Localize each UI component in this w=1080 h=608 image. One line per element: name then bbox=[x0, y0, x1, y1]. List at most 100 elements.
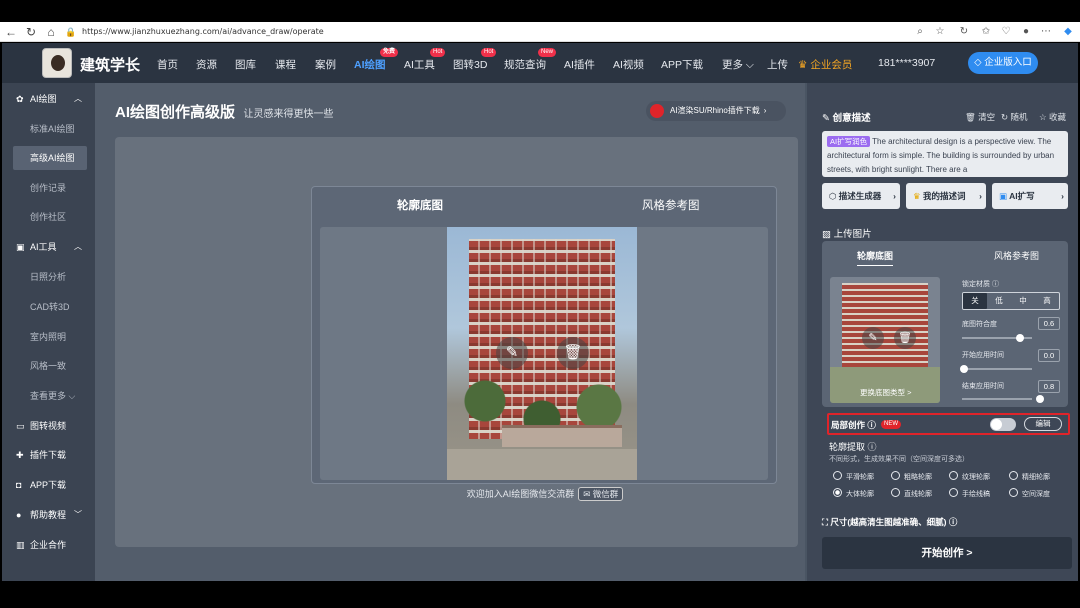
sidebar-item-cad-3d[interactable]: CAD转3D bbox=[2, 295, 95, 319]
sidebar-item-advanced-ai[interactable]: 高级AI绘图 bbox=[13, 146, 87, 170]
edit-icon[interactable]: ✎ bbox=[862, 327, 884, 349]
nav-ai-plugin[interactable]: AI插件 bbox=[564, 57, 595, 72]
extract-note: 不同形式，生成效果不同（空间深度可多选） bbox=[829, 456, 969, 463]
ai-expand-button[interactable]: ▣ AI扩写 › bbox=[992, 183, 1068, 209]
seg-mid[interactable]: 中 bbox=[1011, 293, 1035, 309]
zoom-icon[interactable]: ⌕ bbox=[914, 24, 926, 40]
seg-low[interactable]: 低 bbox=[987, 293, 1011, 309]
end-time-slider[interactable] bbox=[962, 395, 1044, 403]
browser-toolbar: ← ↻ ⌂ 🔒 https://www.jianzhuxuezhang.com/… bbox=[0, 22, 1080, 42]
trash-icon[interactable]: 🗑 bbox=[557, 337, 589, 369]
enterprise-button[interactable]: ◇ 企业版入口 bbox=[968, 52, 1038, 74]
favorites-icon[interactable]: ✩ bbox=[980, 24, 992, 40]
radio-rough[interactable]: 粗略轮廓 bbox=[891, 471, 932, 482]
slider-knob[interactable] bbox=[960, 365, 968, 373]
nav-cases[interactable]: 案例 bbox=[315, 57, 336, 72]
sidebar-item-help[interactable]: ● 帮助教程 ﹀ bbox=[2, 503, 95, 527]
replace-type-link[interactable]: 更换底图类型 > bbox=[860, 387, 911, 398]
radio-texture[interactable]: 纹理轮廓 bbox=[949, 471, 990, 482]
edit-button[interactable]: 编辑 bbox=[1024, 417, 1062, 431]
back-icon[interactable]: ← bbox=[4, 24, 18, 40]
radio-fine[interactable]: 精细轮廓 bbox=[1009, 471, 1050, 482]
nav-img-to-3d[interactable]: 图转3D Hot bbox=[453, 48, 497, 72]
ai-polish-tag[interactable]: AI扩写润色 bbox=[827, 136, 871, 147]
trash-icon: 🗑 bbox=[965, 112, 979, 122]
nav-home[interactable]: 首页 bbox=[157, 57, 178, 72]
sidebar-item-img-video[interactable]: ▭ 图转视频 bbox=[2, 414, 95, 438]
more-icon[interactable]: ⋯ bbox=[1040, 24, 1052, 40]
wechat-group-button[interactable]: ✉ 微信群 bbox=[578, 487, 624, 501]
sidebar-item-app[interactable]: ◘ APP下载 bbox=[2, 473, 95, 497]
site-name[interactable]: 建筑学长 bbox=[80, 54, 140, 75]
nav-gallery[interactable]: 图库 bbox=[235, 57, 256, 72]
sidebar-item-more[interactable]: 查看更多 ⌵ bbox=[2, 384, 95, 408]
refresh-icon[interactable]: ↻ bbox=[24, 24, 38, 40]
sidebar-item-enterprise[interactable]: ▥ 企业合作 bbox=[2, 533, 95, 557]
edit-icon[interactable]: ✎ bbox=[496, 337, 528, 369]
slider-knob[interactable] bbox=[1016, 334, 1024, 342]
outline-fit-value[interactable]: 0.6 bbox=[1038, 317, 1060, 330]
tab-outline[interactable]: 轮廓底图 bbox=[857, 249, 894, 266]
radio-straight[interactable]: 直线轮廓 bbox=[891, 488, 932, 499]
end-time-label: 结束应用时间 bbox=[962, 383, 1004, 390]
local-create-row: 局部创作 ⓘ NEW 编辑 bbox=[827, 413, 1070, 435]
sync-icon[interactable]: ↻ bbox=[958, 24, 970, 40]
sidebar-item-standard-ai[interactable]: 标准AI绘图 bbox=[2, 117, 95, 141]
right-panel: ✎ 创意描述 🗑 清空 ↻ 随机 ☆ 收藏 AI扩写润色 The archite… bbox=[807, 83, 1078, 581]
vip-link[interactable]: ♛ 企业会员 bbox=[798, 57, 852, 72]
nav-app-download[interactable]: APP下载 bbox=[661, 57, 703, 72]
plugin-download-button[interactable]: AI渲染SU/Rhino插件下载 › bbox=[646, 101, 786, 121]
sidebar-item-lighting[interactable]: 室内照明 bbox=[2, 325, 95, 349]
local-create-toggle[interactable] bbox=[990, 418, 1016, 431]
sidebar-item-community[interactable]: 创作社区 bbox=[2, 205, 95, 229]
radio-depth[interactable]: 空间深度 bbox=[1009, 488, 1050, 499]
start-create-button[interactable]: 开始创作 > bbox=[822, 537, 1072, 569]
nav-spec-search[interactable]: 规范查询 New bbox=[504, 48, 557, 72]
random-button[interactable]: ↻ 随机 bbox=[1001, 111, 1028, 123]
seg-high[interactable]: 高 bbox=[1035, 293, 1059, 309]
sidebar-item-history[interactable]: 创作记录 bbox=[2, 176, 95, 200]
profile-icon[interactable]: ● bbox=[1020, 24, 1032, 40]
pen-icon: ✎ bbox=[822, 113, 833, 124]
logo-avatar[interactable] bbox=[42, 48, 72, 78]
sidebar-item-sunlight[interactable]: 日照分析 bbox=[2, 265, 95, 289]
sidebar-group-ai-tools[interactable]: ▣ AI工具 ︿ bbox=[2, 235, 95, 259]
trash-icon[interactable]: 🗑 bbox=[894, 327, 916, 349]
sidebar-item-plugin[interactable]: ✚ 插件下载 bbox=[2, 443, 95, 467]
home-icon[interactable]: ⌂ bbox=[44, 24, 58, 40]
nav-ai-tools[interactable]: AI工具 Hot bbox=[404, 48, 446, 72]
description-textarea[interactable]: AI扩写润色 The architectural design is a per… bbox=[822, 131, 1068, 177]
outline-fit-slider[interactable] bbox=[962, 334, 1032, 342]
clear-button[interactable]: 🗑 清空 bbox=[965, 111, 995, 123]
sidebar-item-style[interactable]: 风格一致 bbox=[2, 354, 95, 378]
nav-resources[interactable]: 资源 bbox=[196, 57, 217, 72]
nav-courses[interactable]: 课程 bbox=[275, 57, 296, 72]
collect-button[interactable]: ☆ 收藏 bbox=[1039, 111, 1066, 123]
my-desc-button[interactable]: ♛ 我的描述词 › bbox=[906, 183, 986, 209]
tab-style-ref[interactable]: 风格参考图 bbox=[642, 197, 700, 213]
start-time-slider[interactable] bbox=[960, 365, 1032, 373]
end-time-value[interactable]: 0.8 bbox=[1038, 380, 1060, 393]
radio-general[interactable]: 大体轮廓 bbox=[833, 488, 874, 499]
address-bar[interactable]: https://www.jianzhuxuezhang.com/ai/advan… bbox=[82, 24, 324, 40]
slider-knob[interactable] bbox=[1036, 395, 1044, 403]
nav-upload[interactable]: 上传 bbox=[767, 57, 788, 72]
info-icon: ⓘ bbox=[867, 420, 876, 430]
star-icon[interactable]: ☆ bbox=[934, 24, 946, 40]
info-icon: ⓘ bbox=[867, 442, 877, 452]
chevron-right-icon: › bbox=[979, 191, 982, 201]
nav-ai-draw[interactable]: AI绘图 免费 bbox=[354, 48, 399, 72]
radio-sketch[interactable]: 手绘线稿 bbox=[949, 488, 990, 499]
desc-generator-button[interactable]: ⬡ 描述生成器 › bbox=[822, 183, 900, 209]
sidebar-group-ai-draw[interactable]: ✿ AI绘图 ︿ bbox=[2, 87, 95, 111]
nav-ai-video[interactable]: AI视频 bbox=[613, 57, 644, 72]
user-phone[interactable]: 181****3907 bbox=[878, 57, 935, 69]
tab-outline[interactable]: 轮廓底图 bbox=[397, 197, 443, 213]
start-time-value[interactable]: 0.0 bbox=[1038, 349, 1060, 362]
tab-style-ref[interactable]: 风格参考图 bbox=[994, 249, 1039, 262]
seg-off[interactable]: 关 bbox=[963, 293, 987, 309]
radio-smooth[interactable]: 平滑轮廓 bbox=[833, 471, 874, 482]
copilot-icon[interactable]: ◆ bbox=[1062, 24, 1074, 40]
nav-more[interactable]: 更多 ⌵ bbox=[722, 57, 754, 72]
heart-icon[interactable]: ♡ bbox=[1000, 24, 1012, 40]
